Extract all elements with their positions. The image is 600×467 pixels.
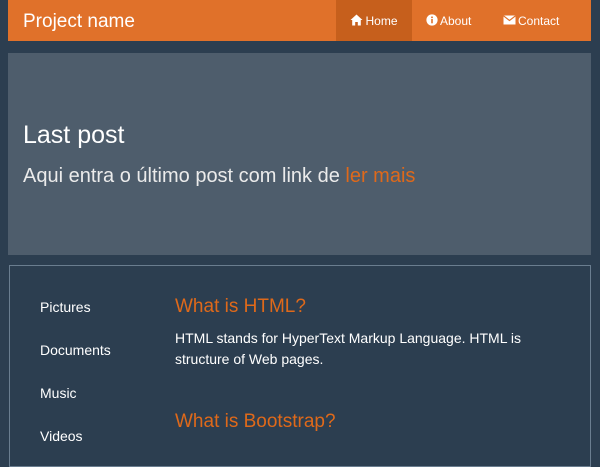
nav-about[interactable]: About (426, 0, 471, 41)
read-more-link[interactable]: ler mais (345, 165, 415, 187)
nav-home[interactable]: Home (336, 0, 412, 41)
top-navbar: Project name Home About Contact (8, 0, 591, 41)
jumbotron: Last post Aqui entra o último post com l… (8, 53, 591, 255)
nav-contact[interactable]: Contact (503, 0, 559, 41)
sidebar-item-music[interactable]: Music (40, 385, 77, 401)
last-post-body: Aqui entra o último post com link de (23, 165, 340, 187)
sidebar-item-documents[interactable]: Documents (40, 342, 111, 358)
home-icon (350, 14, 363, 26)
nav-about-label: About (440, 14, 472, 28)
content-panel: Pictures Documents Music Videos What is … (9, 265, 591, 467)
brand-link[interactable]: Project name (23, 0, 135, 41)
envelope-icon (503, 15, 516, 25)
section-heading-bootstrap: What is Bootstrap? (175, 411, 336, 432)
last-post-title: Last post (23, 121, 125, 149)
section-heading-html: What is HTML? (175, 296, 306, 317)
sidebar-item-videos[interactable]: Videos (40, 428, 83, 444)
nav-contact-label: Contact (518, 14, 560, 28)
sidebar-item-pictures[interactable]: Pictures (40, 299, 91, 315)
section-body-html: HTML stands for HyperText Markup Languag… (175, 330, 521, 367)
last-post-text: Aqui entra o último post com link de ler… (23, 165, 415, 188)
info-icon (426, 14, 438, 26)
nav-home-label: Home (365, 14, 398, 28)
